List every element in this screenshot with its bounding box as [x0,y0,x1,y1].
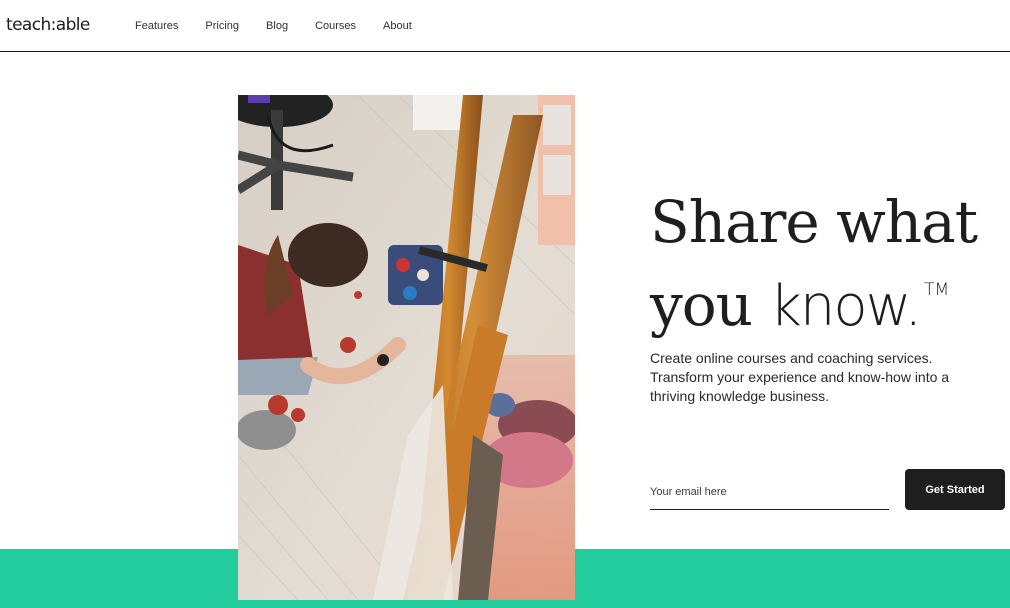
hero-headline: Share what you know. TM [650,188,1010,341]
white-box [413,95,468,130]
headline-line2-prefix: you [650,271,770,339]
hero-subtext: Create online courses and coaching servi… [650,350,950,404]
headline-line1: Share what [650,188,978,256]
teachable-logo[interactable]: teach:able [6,15,90,35]
nav-blog[interactable]: Blog [266,20,288,32]
nav-features[interactable]: Features [135,20,178,32]
main-nav: Features Pricing Blog Courses About [135,20,439,32]
site-header: teach:able Features Pricing Blog Courses… [0,0,1010,52]
nav-pricing[interactable]: Pricing [205,20,239,32]
nav-courses[interactable]: Courses [315,20,356,32]
hero-photo [238,95,575,600]
nav-about[interactable]: About [383,20,412,32]
headline-emphasis: know. [769,274,922,339]
trademark-symbol: TM [924,280,950,300]
get-started-button[interactable]: Get Started [905,469,1005,510]
artist-painting-illustration [238,95,575,600]
email-input[interactable] [650,474,889,510]
